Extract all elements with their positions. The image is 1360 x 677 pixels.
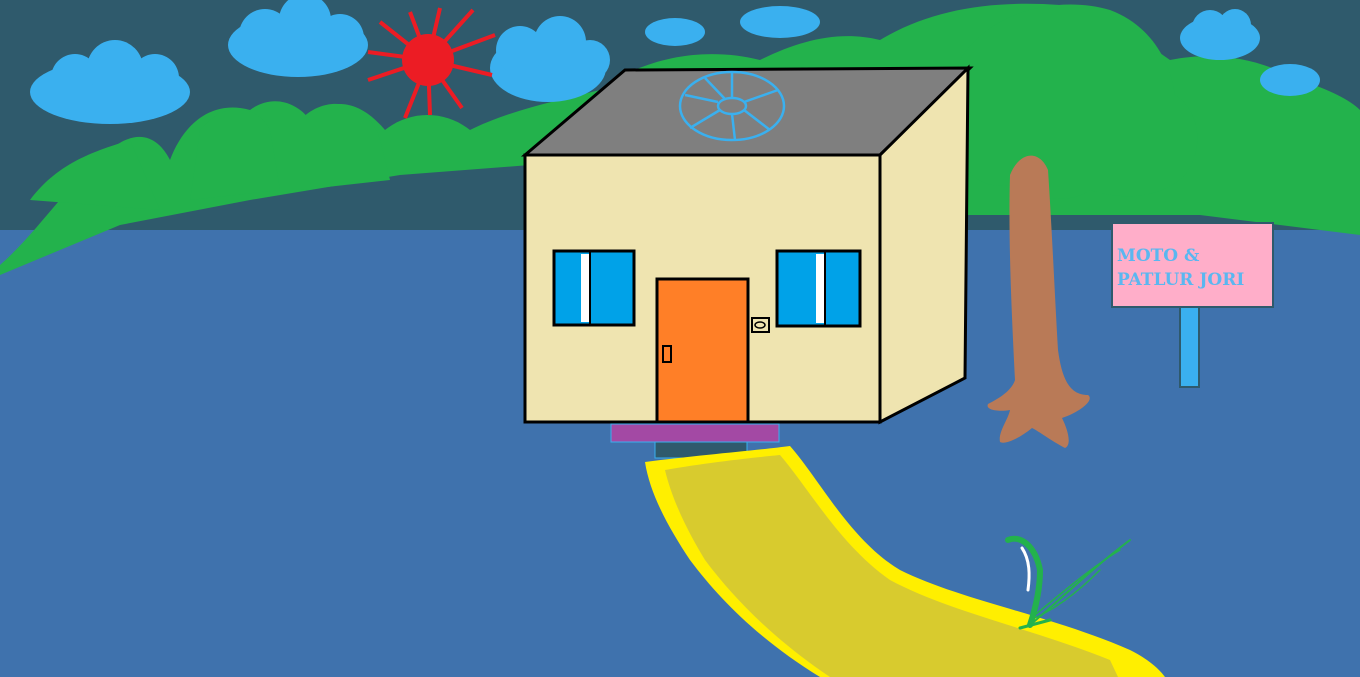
sign-post xyxy=(1179,306,1200,388)
window-left xyxy=(552,249,636,327)
door-handle xyxy=(662,345,672,363)
doormat xyxy=(610,423,780,443)
house xyxy=(520,64,974,459)
cloud xyxy=(1260,64,1320,96)
sign-text-line2: PATLUR JORI xyxy=(1117,270,1244,290)
cloud xyxy=(645,18,705,46)
sign: MOTO & PATLUR JORI xyxy=(1111,222,1274,388)
sign-text-line1: MOTO & xyxy=(1117,246,1200,266)
drawing-canvas: MOTO & PATLUR JORI xyxy=(0,0,1360,677)
cloud xyxy=(740,6,820,38)
window-right xyxy=(775,249,862,328)
